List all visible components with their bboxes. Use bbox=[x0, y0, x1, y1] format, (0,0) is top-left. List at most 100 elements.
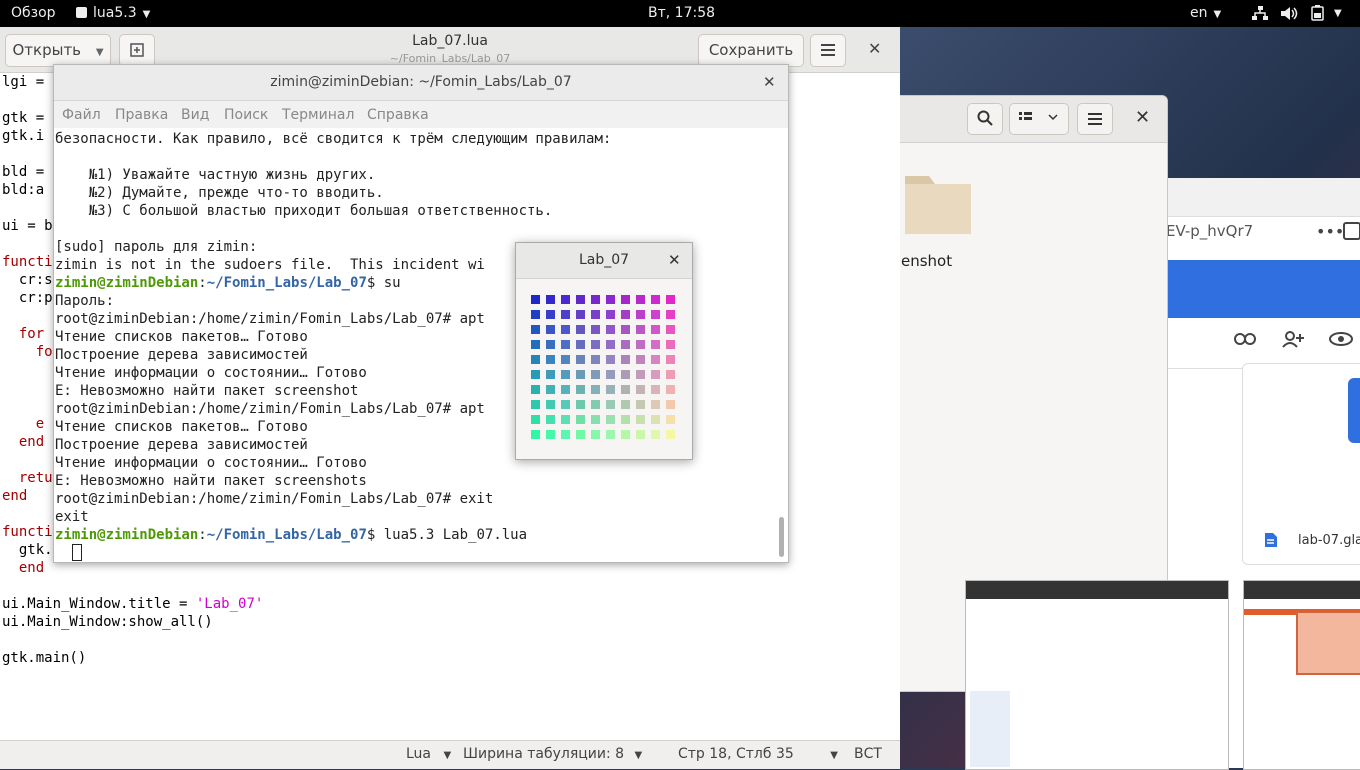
color-cell bbox=[591, 400, 600, 409]
color-cell bbox=[651, 295, 660, 304]
color-cell bbox=[666, 325, 675, 334]
top-bar: Обзор lua5.3 ▼ Вт, 17:58 en ▼ ▼ bbox=[0, 0, 1360, 27]
color-cell bbox=[606, 340, 615, 349]
keyboard-layout[interactable]: en ▼ bbox=[1190, 5, 1221, 21]
terminal-line: exit bbox=[55, 509, 89, 525]
close-icon[interactable]: ✕ bbox=[668, 251, 681, 269]
save-button[interactable]: Сохранить bbox=[698, 34, 804, 67]
menu-file[interactable]: Файл bbox=[62, 107, 101, 123]
color-cell bbox=[591, 370, 600, 379]
view-button[interactable] bbox=[1009, 103, 1069, 135]
color-cell bbox=[636, 370, 645, 379]
color-cell bbox=[576, 310, 585, 319]
lab-title: Lab_07 bbox=[578, 252, 630, 268]
close-icon[interactable]: ✕ bbox=[868, 39, 881, 58]
lab-window: Lab_07 ✕ bbox=[515, 242, 693, 460]
color-cell bbox=[576, 325, 585, 334]
color-cell bbox=[636, 325, 645, 334]
color-cell bbox=[531, 295, 540, 304]
color-cell bbox=[591, 430, 600, 439]
insert-mode: ВСТ bbox=[854, 746, 882, 762]
menu-edit[interactable]: Правка bbox=[115, 107, 168, 123]
color-cell bbox=[531, 310, 540, 319]
close-icon[interactable]: ✕ bbox=[763, 73, 776, 91]
browser-tabbar bbox=[1160, 178, 1360, 217]
color-cell bbox=[561, 325, 570, 334]
color-cell bbox=[621, 430, 630, 439]
cursor-position[interactable]: Стр 18, Стлб 35 ▼ bbox=[678, 746, 838, 762]
battery-icon[interactable] bbox=[1310, 5, 1326, 21]
color-cell bbox=[546, 370, 555, 379]
add-person-icon[interactable] bbox=[1281, 330, 1305, 348]
color-cell bbox=[606, 370, 615, 379]
color-cell bbox=[666, 295, 675, 304]
terminal-line: E: Невозможно найти пакет screenshots bbox=[55, 473, 367, 489]
tab-width-selector[interactable]: Ширина табуляции: 8 ▼ bbox=[463, 746, 642, 762]
cursor bbox=[71, 544, 82, 561]
language-selector[interactable]: Lua ▼ bbox=[406, 746, 451, 762]
menu-view[interactable]: Вид bbox=[181, 107, 209, 123]
color-cell bbox=[651, 385, 660, 394]
more-icon[interactable]: ••• bbox=[1316, 222, 1344, 241]
color-cell bbox=[561, 415, 570, 424]
color-cell bbox=[591, 325, 600, 334]
folder-icon[interactable] bbox=[903, 166, 973, 241]
eye-icon[interactable] bbox=[1329, 331, 1353, 347]
color-cell bbox=[546, 400, 555, 409]
browser-url[interactable]: EV-p_hvQr7 bbox=[1166, 222, 1253, 240]
color-cell bbox=[666, 430, 675, 439]
color-cell bbox=[636, 295, 645, 304]
folder-label[interactable]: enshot bbox=[901, 252, 952, 270]
menu-terminal[interactable]: Терминал bbox=[282, 107, 354, 123]
color-cell bbox=[666, 355, 675, 364]
color-cell bbox=[531, 325, 540, 334]
color-cell bbox=[531, 385, 540, 394]
color-cell bbox=[576, 415, 585, 424]
menu-button[interactable] bbox=[810, 34, 846, 67]
color-cell bbox=[606, 385, 615, 394]
color-cell bbox=[666, 370, 675, 379]
scrollbar[interactable] bbox=[779, 517, 784, 557]
pocket-icon[interactable] bbox=[1343, 222, 1360, 240]
menu-button[interactable] bbox=[1077, 103, 1113, 135]
network-icon[interactable] bbox=[1252, 6, 1268, 21]
color-cell bbox=[651, 355, 660, 364]
keyboard-layout-label: en bbox=[1190, 5, 1208, 21]
color-cell bbox=[591, 295, 600, 304]
terminal-line: №2) Думайте, прежде что-то вводить. bbox=[55, 185, 384, 201]
thumbnail-1[interactable] bbox=[965, 580, 1229, 770]
app-menu[interactable]: lua5.3 ▼ bbox=[76, 5, 150, 21]
color-cell bbox=[576, 430, 585, 439]
chevron-down-icon: ▼ bbox=[1213, 9, 1222, 20]
volume-icon[interactable] bbox=[1280, 6, 1298, 21]
color-cell bbox=[606, 355, 615, 364]
color-cell bbox=[666, 400, 675, 409]
clock[interactable]: Вт, 17:58 bbox=[648, 5, 715, 21]
menu-help[interactable]: Справка bbox=[367, 107, 429, 123]
system-menu-chevron-icon[interactable]: ▼ bbox=[1334, 8, 1342, 19]
hamburger-icon bbox=[821, 44, 835, 56]
close-icon[interactable]: ✕ bbox=[1135, 107, 1150, 128]
link-icon[interactable] bbox=[1234, 332, 1256, 346]
color-cell bbox=[531, 415, 540, 424]
search-button[interactable] bbox=[967, 103, 1003, 135]
color-cell bbox=[576, 355, 585, 364]
color-cell bbox=[531, 355, 540, 364]
thumbnail-2[interactable] bbox=[1243, 580, 1360, 770]
menu-search[interactable]: Поиск bbox=[224, 107, 268, 123]
color-cell bbox=[591, 415, 600, 424]
color-cell bbox=[621, 415, 630, 424]
files-headerbar: ✕ bbox=[881, 96, 1167, 143]
color-cell bbox=[666, 415, 675, 424]
document-icon bbox=[1265, 533, 1277, 547]
color-cell bbox=[561, 295, 570, 304]
color-cell bbox=[531, 340, 540, 349]
statusbar: Lua ▼ Ширина табуляции: 8 ▼ Стр 18, Стлб… bbox=[0, 740, 900, 769]
color-cell bbox=[531, 400, 540, 409]
color-cell bbox=[576, 385, 585, 394]
activities-button[interactable]: Обзор bbox=[11, 5, 56, 21]
color-cell bbox=[606, 310, 615, 319]
